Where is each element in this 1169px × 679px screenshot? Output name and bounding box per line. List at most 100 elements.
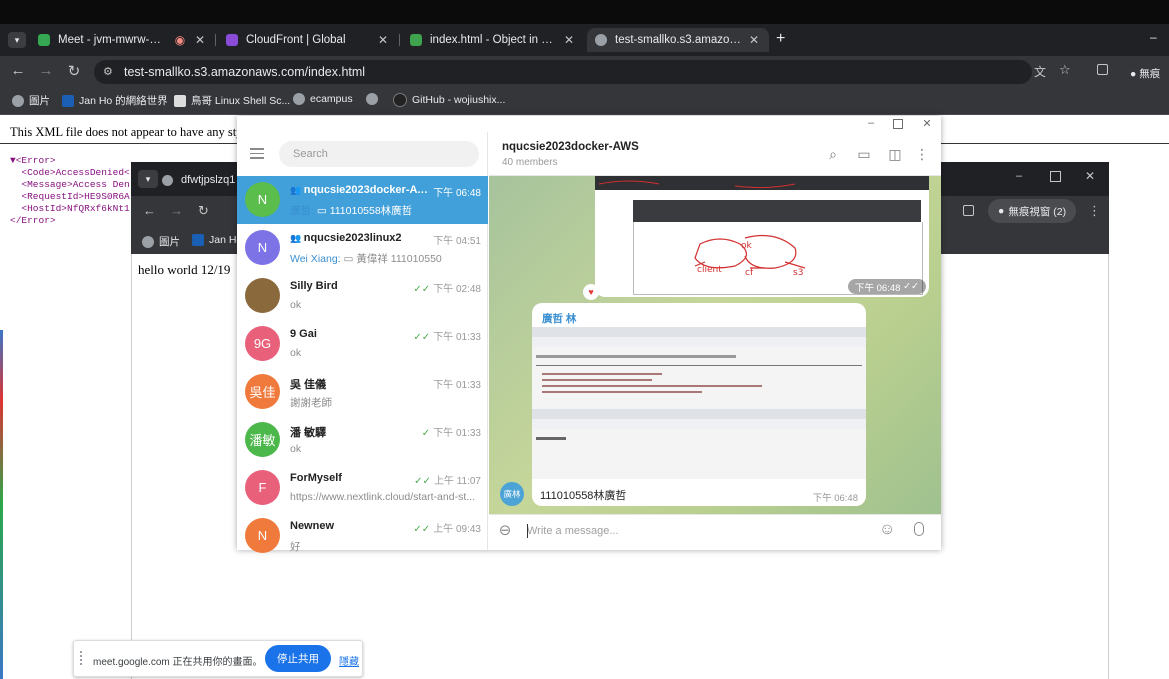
search-icon[interactable]: ⌕ — [824, 146, 842, 163]
close-icon[interactable]: ✕ — [562, 33, 576, 47]
message-input[interactable]: Write a message... — [527, 525, 619, 537]
chat-name-text: Silly Bird — [290, 280, 338, 292]
maximize-icon[interactable] — [893, 119, 903, 129]
tab-search-button[interactable]: ▾ — [8, 32, 26, 48]
close-icon[interactable]: ✕ — [193, 33, 207, 47]
incognito-label: 無痕視窗 (2) — [1008, 205, 1067, 218]
drag-handle-icon[interactable] — [80, 651, 88, 665]
microphone-icon[interactable] — [914, 522, 924, 536]
side-panel-icon[interactable] — [963, 205, 974, 216]
close-icon[interactable]: ✕ — [1085, 169, 1095, 183]
chat-list-item[interactable]: 9G 9 Gai ✓✓ 下午 01:33 ok — [237, 320, 488, 368]
avatar: N — [245, 518, 280, 553]
url-text: test-smallko.s3.amazonaws.com/index.html — [124, 65, 366, 79]
chat-name-text: 吳 佳儀 — [290, 379, 327, 391]
hide-link[interactable]: 隱藏 — [339, 653, 359, 668]
emoji-icon[interactable]: ☺ — [879, 521, 895, 539]
forward-icon[interactable]: → — [36, 62, 56, 79]
tab-test-smallko[interactable]: test-smallko.s3.amazonaws.co ✕ — [587, 28, 769, 52]
read-check-icon: ✓✓ — [414, 476, 431, 487]
group-icon: 👥 — [290, 185, 304, 195]
stop-sharing-button[interactable]: 停止共用 — [265, 645, 331, 672]
bookmark-label: 圖片 — [29, 95, 50, 107]
address-bar[interactable]: test-smallko.s3.amazonaws.com/index.html — [94, 60, 1032, 84]
chat-list-item[interactable]: F ForMyself ✓✓ 上午 11:07 https://www.nextlink… — [237, 464, 488, 512]
tab-search-button[interactable]: ▾ — [138, 170, 158, 188]
bookmark-untitled[interactable] — [366, 93, 383, 105]
new-tab-button[interactable]: + — [776, 30, 785, 48]
globe-icon — [595, 34, 607, 46]
chat-list-item[interactable]: N 👥 nqucsie2023docker-AWS 下午 06:48 廣哲: ▭ 11… — [237, 176, 488, 224]
chat-members: 40 members — [502, 157, 558, 168]
menu-hamburger-icon[interactable] — [250, 148, 264, 162]
chat-list-item[interactable]: 潘敏潘 敏驛 ✓ 下午 01:33 ok — [237, 416, 488, 464]
bookmark-ecampus[interactable]: ecampus — [293, 93, 353, 105]
incognito-icon: ● — [998, 205, 1005, 217]
back-icon[interactable]: ← — [143, 203, 156, 218]
bookmark-images[interactable]: 圖片 — [12, 93, 50, 108]
bookmark-janho[interactable]: Jan Ho 的網絡世界 — [62, 93, 168, 108]
chat-time-text: 上午 11:07 — [433, 476, 481, 487]
s3-icon — [410, 34, 422, 46]
chat-header[interactable] — [489, 132, 941, 176]
incognito-icon: ● — [1130, 68, 1137, 80]
chat-list-item[interactable]: N Newnew ✓✓ 上午 09:43 好 — [237, 512, 488, 560]
chat-time: ✓✓ 下午 01:33 — [413, 328, 481, 343]
minimize-icon[interactable]: – — [864, 117, 878, 129]
bookmark-janho[interactable]: Jan Ho — [192, 234, 242, 246]
bookmark-images[interactable]: 圖片 — [142, 234, 180, 249]
globe-icon — [12, 94, 24, 107]
preview-text: ok — [290, 299, 302, 311]
page-text: hello world 12/19 — [138, 262, 231, 277]
globe-icon — [366, 93, 378, 105]
star-icon[interactable]: ☆ — [1059, 62, 1071, 78]
back-icon[interactable]: ← — [8, 62, 28, 79]
incognito-badge[interactable]: ● 無痕 — [1130, 66, 1160, 81]
live-stream-icon[interactable]: ▭ — [855, 146, 873, 163]
tab-s3-object[interactable]: index.html - Object in S3 buck ✕ — [402, 28, 584, 52]
menu-icon[interactable]: ⋮ — [1088, 203, 1101, 219]
minimize-icon[interactable]: – — [1016, 170, 1022, 182]
close-icon[interactable]: ✕ — [376, 33, 390, 47]
text-caret — [527, 524, 528, 538]
sender-avatar[interactable]: 廣林 — [500, 482, 524, 506]
heart-reaction-icon[interactable]: ♥ — [583, 284, 599, 300]
chat-preview: 謝謝老師 — [290, 395, 482, 410]
bookmark-linux-shell[interactable]: 鳥哥 Linux Shell Sc... — [174, 93, 290, 108]
bookmark-github[interactable]: GitHub - wojiushix... — [393, 93, 505, 107]
chat-preview: ok — [290, 299, 482, 311]
maximize-icon[interactable] — [1050, 171, 1061, 182]
chat-time-text: 下午 04:51 — [433, 236, 481, 247]
reload-icon[interactable]: ↻ — [64, 62, 84, 80]
incognito-badge[interactable]: ● 無痕視窗 (2) — [988, 199, 1077, 223]
svg-text:client: client — [697, 265, 722, 275]
preview-text: 111010558林廣哲 — [329, 205, 413, 217]
second-browser-tab[interactable]: dfwtjpslzq1 — [162, 168, 242, 192]
more-options-icon[interactable]: ⋮ — [913, 146, 931, 163]
chat-name: 👥 nqucsie2023linux2 — [290, 232, 430, 244]
chat-list-item[interactable]: N 👥 nqucsie2023linux2 下午 04:51 Wei Xiang: ▭… — [237, 224, 488, 272]
message-bubble-2[interactable]: 廣哲 林 111010558林廣哲 下午 06:48 — [532, 303, 866, 506]
sidebar-toggle-icon[interactable]: ◫ — [886, 146, 904, 163]
message-photo-2[interactable] — [532, 327, 866, 479]
read-check-icon: ✓ — [421, 428, 431, 439]
side-panel-icon[interactable] — [1097, 64, 1108, 75]
tab-cloudfront[interactable]: CloudFront | Global ✕ — [218, 28, 398, 52]
translate-icon[interactable]: 文 — [1034, 63, 1046, 80]
tab-meet[interactable]: Meet - jvm-mwrw-hmi ◉ ✕ — [30, 28, 215, 52]
chat-list-item[interactable]: Silly Bird ✓✓ 下午 02:48 ok — [237, 272, 488, 320]
read-check-icon: ✓✓ — [413, 524, 431, 535]
xml-line[interactable]: ▼<Error> — [10, 155, 130, 167]
forward-icon[interactable]: → — [170, 203, 183, 218]
reload-icon[interactable]: ↻ — [198, 203, 209, 219]
site-info-icon[interactable]: ⚙ — [103, 65, 113, 78]
chat-list-item[interactable]: 吳佳吳 佳儀 下午 01:33 謝謝老師 — [237, 368, 488, 416]
minimize-icon[interactable]: – — [1150, 30, 1157, 44]
incognito-label: 無痕 — [1139, 68, 1161, 80]
bookmark-label: Jan Ho 的網絡世界 — [79, 95, 168, 107]
chat-time: 下午 04:51 — [433, 232, 481, 247]
search-input[interactable]: Search — [279, 141, 479, 167]
close-icon[interactable]: ✕ — [747, 33, 761, 47]
desktop-edge — [0, 330, 3, 679]
close-icon[interactable]: ✕ — [920, 117, 934, 130]
